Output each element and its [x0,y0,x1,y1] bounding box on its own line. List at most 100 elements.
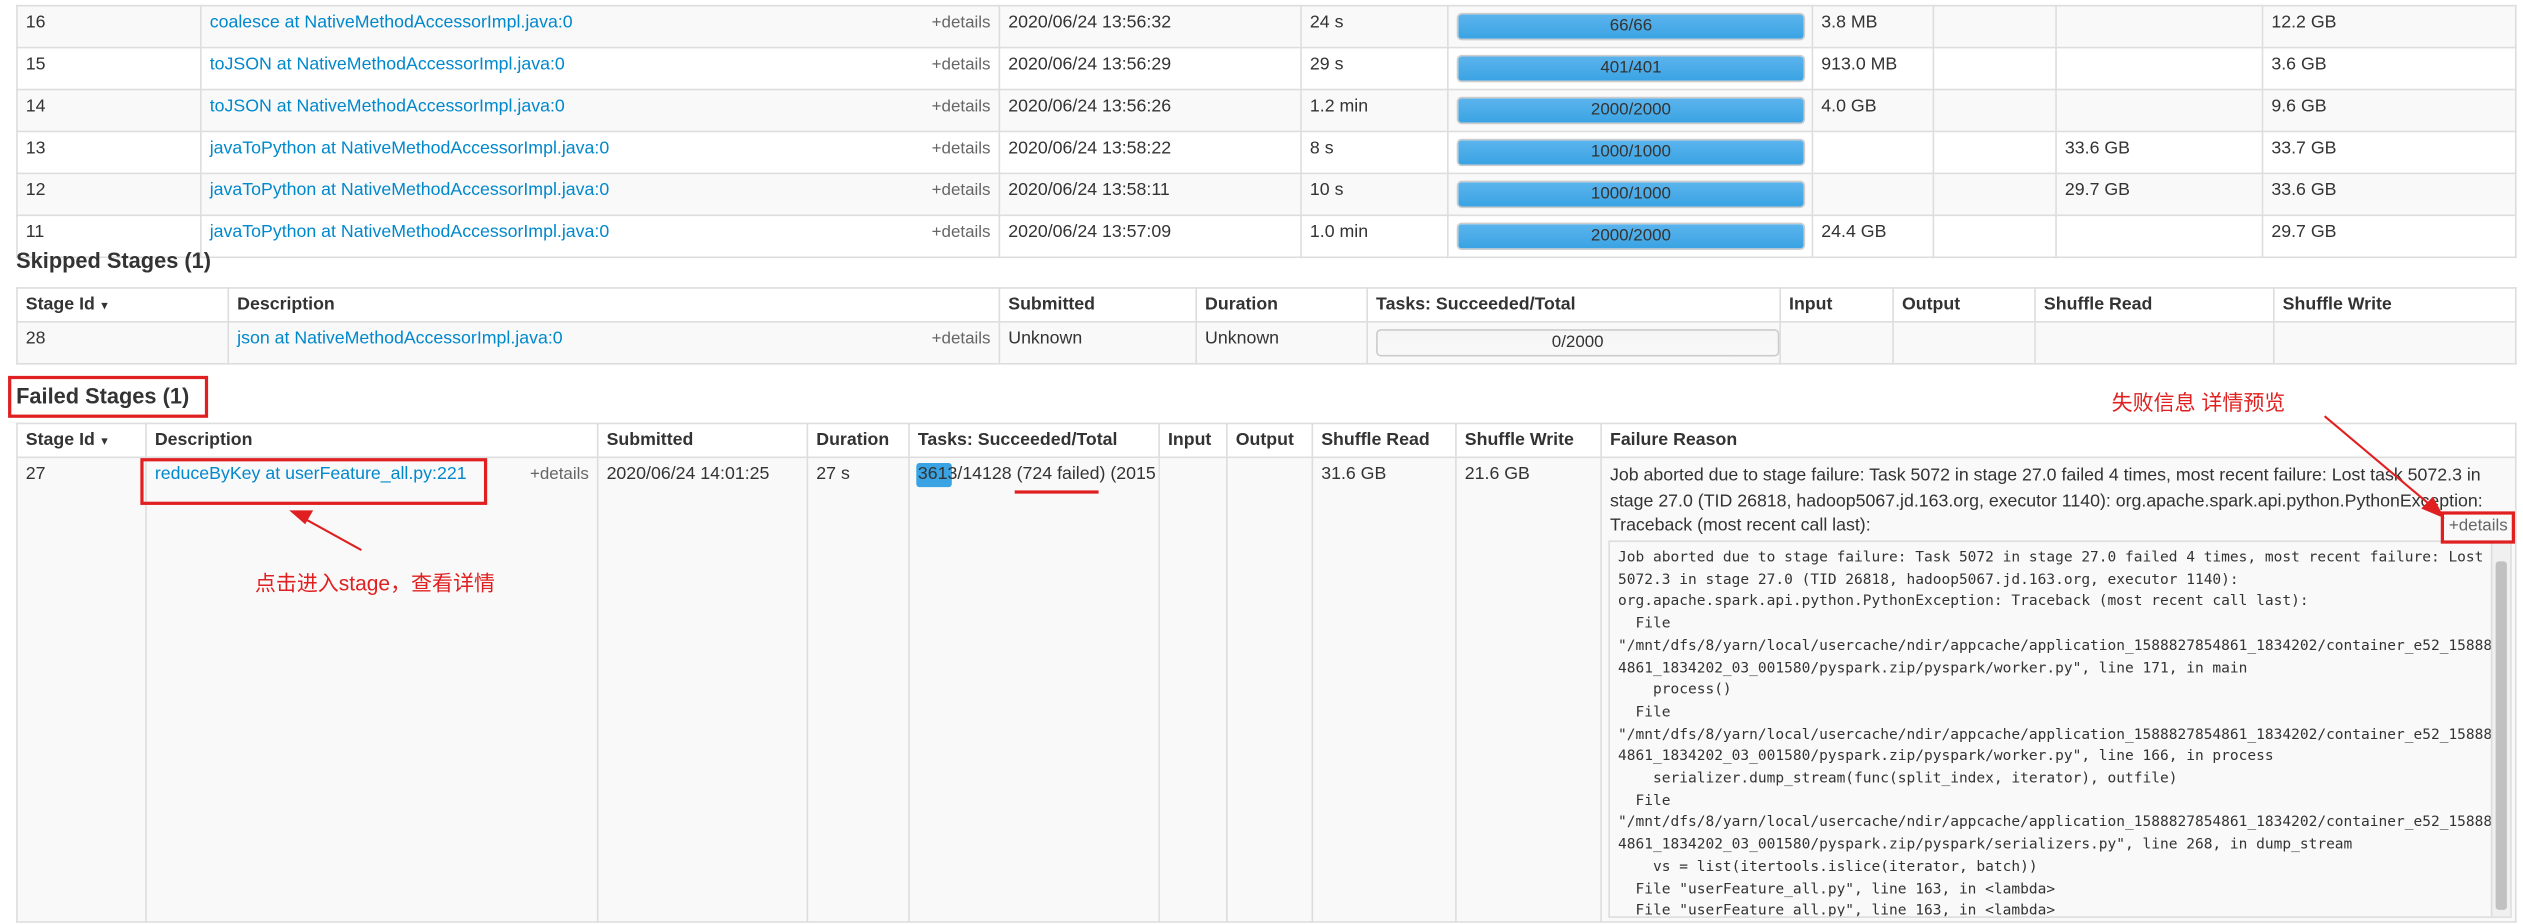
submitted-value: 2020/06/24 13:58:11 [998,172,1302,217]
shuffle-read-value: 31.6 GB [1311,456,1457,923]
details-toggle[interactable]: +details [932,329,991,348]
submitted-value: 2020/06/24 13:58:22 [998,130,1302,175]
progress-label: 1000/1000 [1590,183,1671,204]
details-toggle[interactable]: +details [932,13,991,32]
scrollbar-thumb[interactable] [2495,561,2507,910]
table-row: 14 toJSON at NativeMethodAccessorImpl.jav… [16,88,2517,133]
stack-trace-scrollbar[interactable] [2490,542,2511,917]
submitted-value: 2020/06/24 13:56:26 [998,88,1302,133]
header-description[interactable]: Description [227,287,1001,323]
submitted-value: 2020/06/24 13:56:32 [998,4,1302,49]
progress-label: 2000/2000 [1590,100,1671,120]
output-value [1932,4,2057,49]
input-value: 3.8 MB [1811,4,1935,49]
header-output[interactable]: Output [1892,287,2036,323]
header-stage-id[interactable]: Stage Id ▾ [16,422,147,459]
duration-value: 1.0 min [1300,214,1449,259]
tasks-progress-bar: 66/66 [1456,12,1806,41]
details-toggle[interactable]: +details [932,181,991,200]
header-description[interactable]: Description [145,422,599,459]
shuffle-read-value: 29.7 GB [2055,172,2264,217]
details-toggle[interactable]: +details [932,139,991,158]
completed-stages-table: 16 coalesce at NativeMethodAccessorImpl.j… [16,4,2517,259]
sort-desc-icon: ▾ [101,433,108,449]
shuffle-write-value: 3.6 GB [2261,46,2517,91]
annotation-failure-info: 失败信息 详情预览 [2111,390,2286,415]
progress-label: 66/66 [1609,16,1653,36]
progress-label: 0/2000 [1551,332,1604,352]
table-row: 12 javaToPython at NativeMethodAccessorIm… [16,172,2517,217]
output-value [1932,46,2057,91]
stage-description-link[interactable]: javaToPython at NativeMethodAccessorImpl… [210,223,609,242]
shuffle-read-value [2055,214,2264,259]
input-value: 4.0 GB [1811,88,1935,133]
shuffle-write-value: 29.7 GB [2261,214,2517,259]
header-shuffle-read[interactable]: Shuffle Read [1311,422,1457,459]
header-stage-id[interactable]: Stage Id ▾ [16,287,230,323]
stage-id: 15 [16,46,202,91]
header-output[interactable]: Output [1226,422,1314,459]
header-submitted[interactable]: Submitted [998,287,1197,323]
tasks-progress-bar: 0/2000 [1376,329,1779,357]
stage-id: 28 [16,321,230,365]
output-value [1932,88,2057,133]
stage-description-link[interactable]: javaToPython at NativeMethodAccessorImpl… [210,181,609,200]
skipped-stages-table: Stage Id ▾ Description Submitted Duration… [16,287,2517,365]
skipped-stages-title[interactable]: Skipped Stages (1) [16,248,211,272]
annotation-box-details [2440,511,2515,544]
details-toggle[interactable]: +details [932,97,991,116]
annotation-underline-failed-count [1014,490,1099,494]
output-value [1932,172,2057,217]
duration-value: Unknown [1195,321,1368,365]
header-duration[interactable]: Duration [806,422,910,459]
input-value: 24.4 GB [1811,214,1935,259]
submitted-value: 2020/06/24 13:57:09 [998,214,1302,259]
details-toggle[interactable]: +details [530,465,589,484]
tasks-progress-bar: 1000/1000 [1456,138,1806,167]
header-failure-reason[interactable]: Failure Reason [1600,422,2517,459]
input-value: 913.0 MB [1811,46,1935,91]
spark-stages-page: 16 coalesce at NativeMethodAccessorImpl.j… [0,0,2523,924]
header-shuffle-write[interactable]: Shuffle Write [1455,422,1602,459]
stack-trace-text: Job aborted due to stage failure: Task 5… [1618,550,2512,918]
stage-description-link[interactable]: json at NativeMethodAccessorImpl.java:0 [237,329,562,348]
submitted-value: 2020/06/24 13:56:29 [998,46,1302,91]
shuffle-write-value: 9.6 GB [2261,88,2517,133]
details-toggle[interactable]: +details [932,55,991,74]
stage-description-link[interactable]: coalesce at NativeMethodAccessorImpl.jav… [210,13,573,32]
submitted-value: Unknown [998,321,1197,365]
output-value [1932,214,2057,259]
stack-trace-panel[interactable]: Job aborted due to stage failure: Task 5… [1608,540,2512,918]
stage-description-link[interactable]: javaToPython at NativeMethodAccessorImpl… [210,139,609,158]
shuffle-write-value: 33.7 GB [2261,130,2517,175]
header-submitted[interactable]: Submitted [596,422,809,459]
stage-id: 27 [16,456,147,923]
duration-value: 10 s [1300,172,1449,217]
header-tasks[interactable]: Tasks: Succeeded/Total [908,422,1160,459]
tasks-progress-bar: 2000/2000 [1456,222,1806,251]
header-shuffle-read[interactable]: Shuffle Read [2034,287,2275,323]
header-duration[interactable]: Duration [1195,287,1368,323]
header-shuffle-write[interactable]: Shuffle Write [2272,287,2517,323]
table-row: 28 json at NativeMethodAccessorImpl.java… [16,321,2517,365]
tasks-done: 3613/14128 [917,464,1012,484]
stage-id: 14 [16,88,202,133]
stage-description-link[interactable]: toJSON at NativeMethodAccessorImpl.java:… [210,55,565,74]
stage-id: 12 [16,172,202,217]
stage-id: 13 [16,130,202,175]
table-row: 15 toJSON at NativeMethodAccessorImpl.jav… [16,46,2517,91]
shuffle-write-value: 12.2 GB [2261,4,2517,49]
input-value [1811,172,1935,217]
header-input[interactable]: Input [1158,422,1228,459]
annotation-box-description [140,458,488,505]
failure-reason-text: Job aborted due to stage failure: Task 5… [1609,466,2483,536]
details-toggle[interactable]: +details [932,223,991,242]
stage-description-link[interactable]: toJSON at NativeMethodAccessorImpl.java:… [210,97,565,116]
header-tasks[interactable]: Tasks: Succeeded/Total [1366,287,1781,323]
output-value [1932,130,2057,175]
header-input[interactable]: Input [1779,287,1894,323]
shuffle-read-value: 33.6 GB [2055,130,2264,175]
tasks-failed: (724 failed) [1016,464,1106,484]
shuffle-read-value [2055,88,2264,133]
table-row: 16 coalesce at NativeMethodAccessorImpl.j… [16,4,2517,49]
